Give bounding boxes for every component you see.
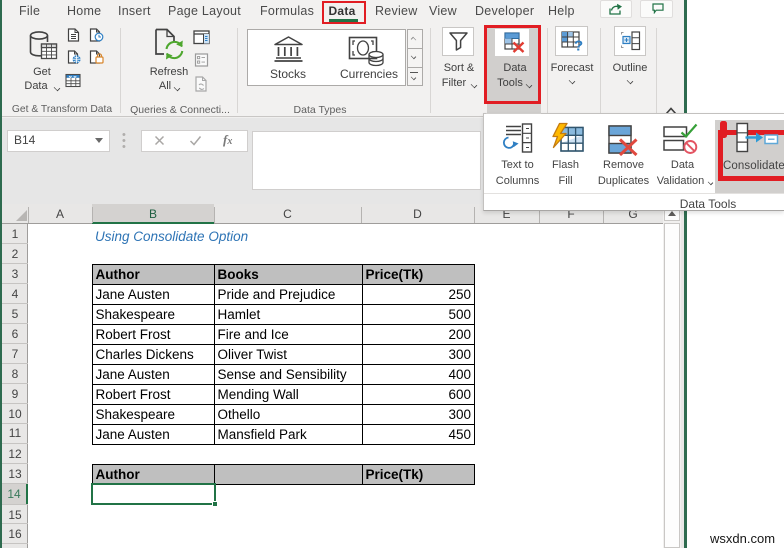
svg-text:?: ? (574, 38, 583, 53)
